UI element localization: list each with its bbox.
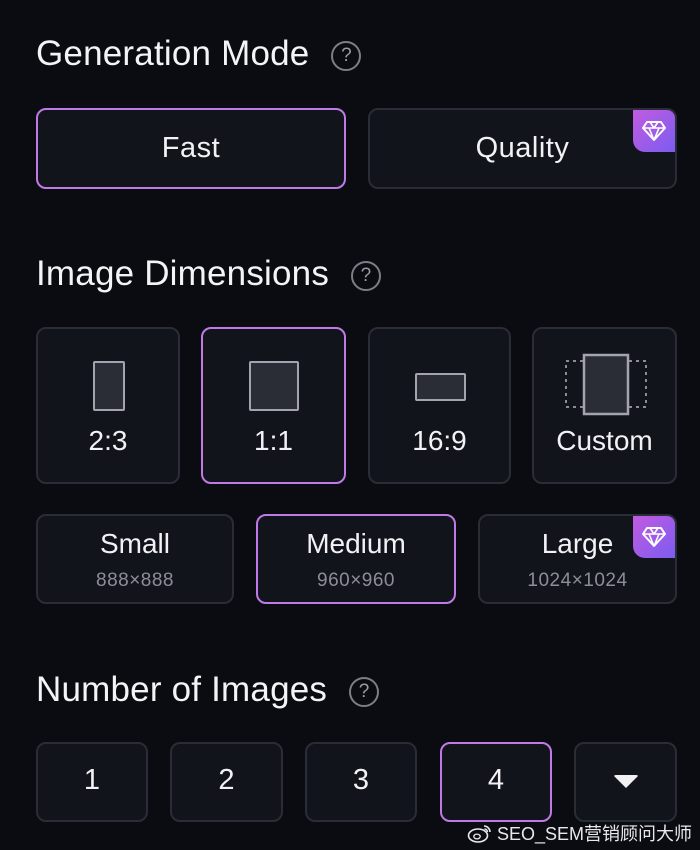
image-count-4-label: 4	[487, 764, 505, 796]
ratio-16-9-button[interactable]: 16:9	[368, 327, 511, 484]
mode-fast-label: Fast	[161, 132, 221, 164]
generation-mode-help-icon[interactable]: ?	[331, 41, 362, 71]
generation-mode-header: Generation Mode ?	[36, 34, 362, 74]
ratio-custom-label: Custom	[556, 425, 653, 456]
mode-quality-label: Quality	[475, 132, 570, 164]
size-small-name: Small	[99, 528, 170, 559]
image-count-2-button[interactable]: 2	[170, 742, 283, 822]
image-count-4-button[interactable]: 4	[440, 742, 552, 822]
ratio-2-3-label: 2:3	[88, 425, 128, 456]
image-dimensions-title: Image Dimensions	[36, 254, 330, 293]
number-of-images-help-icon[interactable]: ?	[349, 677, 380, 707]
ratio-2-3-button[interactable]: 2:3	[36, 327, 180, 484]
quality-premium-badge	[633, 110, 675, 152]
image-count-1-button[interactable]: 1	[36, 742, 148, 822]
size-medium-name: Medium	[306, 528, 406, 559]
square-ratio-icon	[249, 361, 299, 411]
watermark-text: SEO_SEM营销顾问大师	[496, 824, 692, 844]
image-dimensions-help-icon[interactable]: ?	[351, 261, 382, 291]
image-count-3-button[interactable]: 3	[305, 742, 417, 822]
size-small-button[interactable]: Small 888×888	[36, 514, 234, 604]
ratio-custom-button[interactable]: Custom	[532, 327, 677, 484]
size-large-pixels: 1024×1024	[527, 570, 628, 591]
weibo-logo-icon	[467, 825, 491, 843]
image-dimensions-header: Image Dimensions ?	[36, 254, 382, 294]
portrait-ratio-icon	[93, 361, 125, 411]
image-count-1-label: 1	[83, 764, 101, 796]
size-large-button[interactable]: Large 1024×1024	[478, 514, 677, 604]
image-count-2-label: 2	[218, 764, 235, 796]
size-medium-button[interactable]: Medium 960×960	[256, 514, 456, 604]
generation-mode-title: Generation Mode	[36, 34, 310, 73]
mode-quality-button[interactable]: Quality	[368, 108, 677, 189]
image-count-3-label: 3	[352, 764, 370, 796]
landscape-ratio-icon	[415, 373, 466, 401]
size-small-pixels: 888×888	[96, 570, 174, 591]
large-premium-badge	[633, 516, 675, 558]
number-of-images-title: Number of Images	[36, 670, 328, 709]
size-medium-pixels: 960×960	[317, 570, 395, 591]
number-of-images-header: Number of Images ?	[36, 670, 380, 710]
custom-ratio-icon	[565, 353, 647, 416]
diamond-icon	[642, 121, 666, 141]
watermark: SEO_SEM营销顾问大师	[467, 820, 692, 846]
mode-fast-button[interactable]: Fast	[36, 108, 346, 189]
ratio-1-1-button[interactable]: 1:1	[201, 327, 346, 484]
diamond-icon	[642, 527, 666, 547]
ratio-16-9-label: 16:9	[412, 425, 467, 456]
ratio-1-1-label: 1:1	[254, 425, 293, 456]
image-count-more-dropdown[interactable]	[574, 742, 677, 822]
caret-down-icon	[612, 775, 639, 788]
